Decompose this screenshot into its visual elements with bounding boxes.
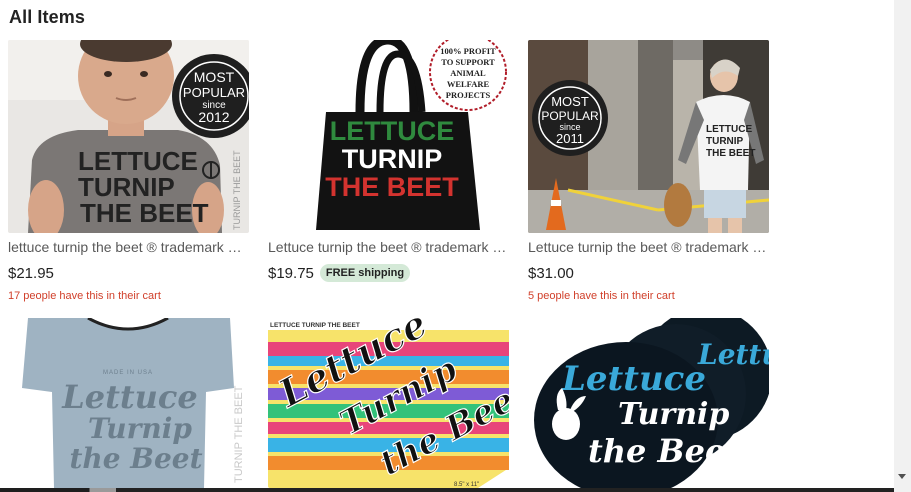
listing-card[interactable]: LETTUCE TURNIP THE BEET TURNIP THE BEET …	[8, 40, 249, 304]
bag-text-line2: TURNIP	[342, 144, 443, 174]
listing-image[interactable]: LETTUCE TURNIP THE BEET TURNIP THE BEET …	[8, 40, 249, 233]
listing-image[interactable]: LETTUCE TURNIP THE BEET Lettuce Turnip t…	[268, 318, 509, 488]
free-shipping-badge: FREE shipping	[319, 264, 411, 282]
script-line1: Lettuce	[561, 359, 706, 399]
cart-note	[268, 288, 509, 304]
script-line3: the Beet	[588, 432, 740, 470]
svg-text:TO SUPPORT: TO SUPPORT	[441, 57, 495, 67]
side-text: TURNIP THE BEET	[233, 385, 245, 483]
listing-image[interactable]: MADE IN USA Lettuce Turnip the Beet TURN…	[8, 318, 249, 488]
cart-note: 5 people have this in their cart	[528, 290, 675, 302]
listing-image[interactable]: LETTUCE TURNIP THE BEET MOST POPULAR sin…	[528, 40, 769, 233]
made-in-usa-text: MADE IN USA	[103, 370, 153, 376]
most-popular-badge: MOST POPULAR since 2011	[532, 80, 608, 156]
shirt-text-line3: THE BEET	[80, 198, 209, 228]
sticker-back-text: Lettuce	[697, 338, 769, 371]
listing-card[interactable]: Lettuce Lettuce Turnip the Beet	[528, 318, 769, 488]
bottom-edge-bar	[0, 488, 894, 492]
cart-note: 17 people have this in their cart	[8, 290, 161, 302]
listing-image[interactable]: LETTUCE TURNIP THE BEET 100% PROFIT TO S…	[268, 40, 509, 233]
listing-image[interactable]: Lettuce Lettuce Turnip the Beet	[528, 318, 769, 488]
listing-price: $31.00	[528, 264, 574, 282]
section-heading: All Items	[9, 7, 85, 27]
print-header: LETTUCE TURNIP THE BEET	[270, 322, 360, 329]
script-line3: the Beet	[69, 442, 202, 475]
listing-title[interactable]: Lettuce turnip the beet ® trademark bran…	[528, 237, 769, 257]
listing-title[interactable]: Lettuce turnip the beet ® trademark bran…	[268, 237, 509, 257]
bag-text-line3: THE BEET	[325, 172, 459, 202]
shirt-text-line3: THE BEET	[706, 148, 755, 159]
side-text: TURNIP THE BEET	[232, 150, 242, 230]
svg-text:POPULAR: POPULAR	[541, 109, 599, 123]
svg-text:2011: 2011	[556, 131, 584, 146]
svg-text:WELFARE: WELFARE	[447, 79, 490, 89]
listing-card[interactable]: LETTUCE TURNIP THE BEET 100% PROFIT TO S…	[268, 40, 509, 304]
listing-card[interactable]: MADE IN USA Lettuce Turnip the Beet TURN…	[8, 318, 249, 488]
script-line1: Lettuce	[61, 378, 198, 416]
shirt-text-line2: TURNIP	[706, 136, 744, 147]
listing-card[interactable]: LETTUCE TURNIP THE BEET Lettuce Turnip t…	[268, 318, 509, 488]
vertical-scrollbar[interactable]	[894, 0, 911, 492]
listing-card[interactable]: LETTUCE TURNIP THE BEET MOST POPULAR sin…	[528, 40, 769, 304]
svg-text:PROJECTS: PROJECTS	[446, 90, 491, 100]
svg-text:ANIMAL: ANIMAL	[450, 68, 486, 78]
svg-text:POPULAR: POPULAR	[183, 85, 245, 100]
svg-text:MOST: MOST	[194, 69, 235, 85]
shirt-text-line1: LETTUCE	[706, 124, 752, 135]
svg-text:2012: 2012	[198, 109, 229, 125]
listing-price: $19.75	[268, 264, 314, 282]
scroll-down-icon[interactable]	[898, 474, 906, 479]
script-line2: Turnip	[88, 412, 192, 445]
svg-text:MOST: MOST	[551, 94, 589, 109]
listing-title[interactable]: lettuce turnip the beet ® trademark bran…	[8, 237, 249, 257]
bag-text-line1: LETTUCE	[330, 116, 455, 146]
listing-price: $21.95	[8, 264, 54, 282]
svg-text:100% PROFIT: 100% PROFIT	[440, 46, 496, 56]
script-line2: Turnip	[618, 397, 729, 432]
